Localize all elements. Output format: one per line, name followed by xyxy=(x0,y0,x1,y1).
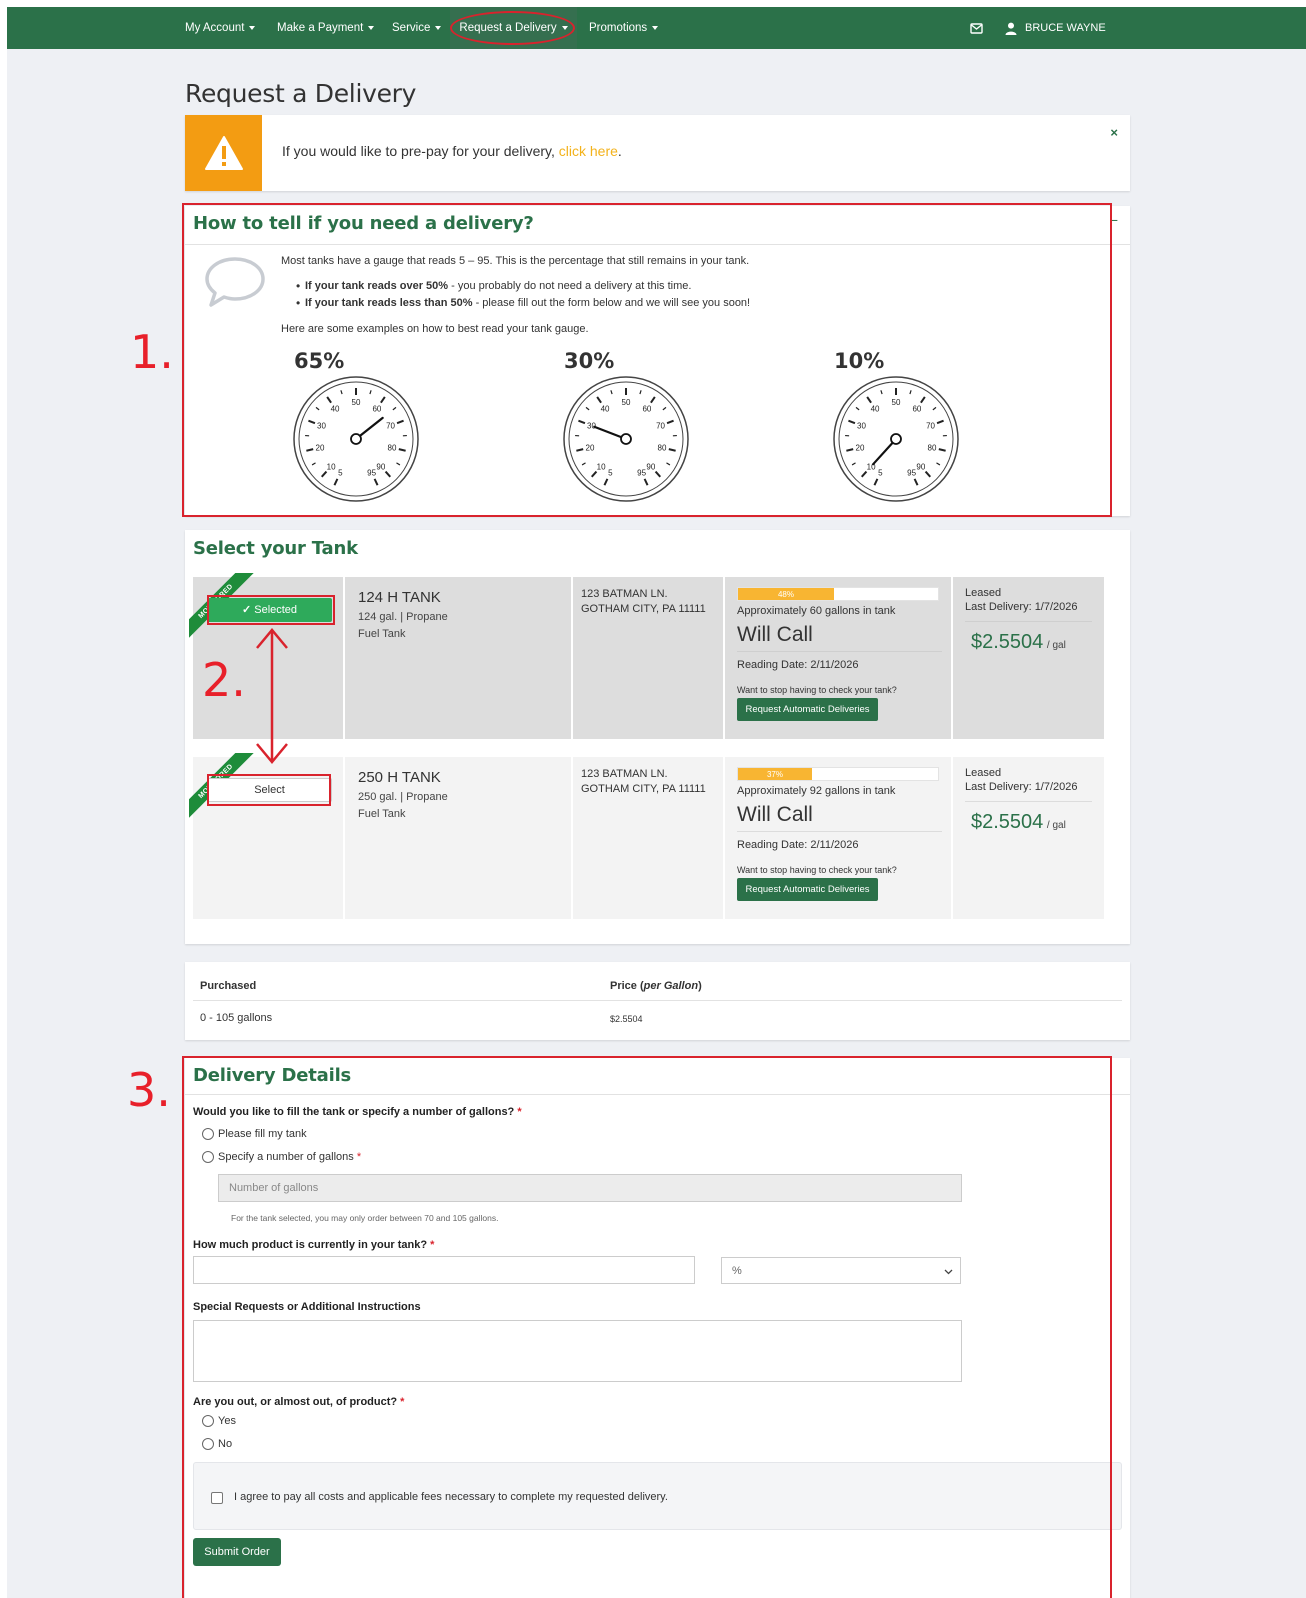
mail-button[interactable] xyxy=(970,7,983,49)
column-header: Price (per Gallon) xyxy=(610,980,702,992)
divider xyxy=(965,801,1092,802)
divider xyxy=(193,1000,1122,1001)
tank-fuel: Propane xyxy=(406,611,448,623)
tank-capacity-line: 124 gal. | Propane xyxy=(358,611,448,623)
caret-down-icon xyxy=(368,25,375,30)
tank-info-cell: 124 H TANK 124 gal. | Propane Fuel Tank xyxy=(345,577,571,739)
tank-pricing-cell: Leased Last Delivery: 1/7/2026 $2.5504 /… xyxy=(953,577,1104,739)
delivery-status: Will Call xyxy=(737,623,813,646)
delivery-status: Will Call xyxy=(737,803,813,826)
prepay-alert: If you would like to pre-pay for your de… xyxy=(185,115,1130,191)
select-tank-title: Select your Tank xyxy=(193,538,358,559)
annotation-number: 1. xyxy=(130,325,174,379)
nav-label: My Account xyxy=(185,22,245,34)
tank-level-bar: 48% xyxy=(737,587,939,601)
top-navbar: My Account Make a Payment Service Reques… xyxy=(7,7,1306,49)
tank-capacity: 124 gal. xyxy=(358,611,398,623)
tank-level-bar: 37% xyxy=(737,767,939,781)
tank-row[interactable]: MONITORED Select 250 H TANK 250 gal. | P… xyxy=(189,753,1122,919)
tank-type: Fuel Tank xyxy=(358,628,406,640)
divider xyxy=(965,621,1092,622)
nav-label: Make a Payment xyxy=(277,22,364,34)
price-unit: / gal xyxy=(1046,640,1066,651)
table-cell: $2.5504 xyxy=(610,1014,643,1024)
annotation-number: 3. xyxy=(127,1063,171,1117)
page: My Account Make a Payment Service Reques… xyxy=(7,7,1306,1598)
tank-level-cell: 37% Approximately 92 gallons in tank Wil… xyxy=(725,757,951,919)
user-icon xyxy=(1005,22,1017,35)
table-cell: 0 - 105 gallons xyxy=(200,1012,273,1024)
price-unit: / gal xyxy=(1046,820,1066,831)
alert-suffix: . xyxy=(617,143,622,159)
auto-prompt: Want to stop having to check your tank? xyxy=(737,865,897,875)
tank-price: $2.5504 / gal xyxy=(971,631,1066,654)
last-delivery: Last Delivery: 1/7/2026 xyxy=(965,601,1078,613)
address-line: GOTHAM CITY, PA 11111 xyxy=(581,603,706,615)
gallons-in-tank: Approximately 92 gallons in tank xyxy=(737,785,896,797)
reading-date: Reading Date: 2/11/2026 xyxy=(737,659,859,671)
alert-text: If you would like to pre-pay for your de… xyxy=(282,143,622,159)
tank-name: 250 H TANK xyxy=(358,769,441,786)
tank-info-cell: 250 H TANK 250 gal. | Propane Fuel Tank xyxy=(345,757,571,919)
price-value: $2.5504 xyxy=(971,631,1044,653)
alert-message: If you would like to pre-pay for your de… xyxy=(282,143,555,159)
tank-address-cell: 123 BATMAN LN. GOTHAM CITY, PA 11111 xyxy=(573,757,723,919)
caret-down-icon xyxy=(652,25,659,30)
ownership: Leased xyxy=(965,587,1002,599)
tank-price: $2.5504 / gal xyxy=(971,811,1066,834)
auto-prompt: Want to stop having to check your tank? xyxy=(737,685,897,695)
nav-my-account[interactable]: My Account xyxy=(185,7,256,49)
address-line: 123 BATMAN LN. xyxy=(581,588,668,600)
close-icon[interactable]: × xyxy=(1110,125,1118,140)
double-arrow-icon xyxy=(256,628,288,764)
annotation-box xyxy=(182,203,1112,517)
tank-level-fill: 37% xyxy=(738,768,812,780)
annotation-number: 2. xyxy=(202,653,246,707)
caret-down-icon xyxy=(249,25,256,30)
column-header: Purchased xyxy=(200,980,257,992)
user-menu[interactable]: BRUCE WAYNE xyxy=(1005,7,1109,49)
warning-icon xyxy=(205,136,243,170)
request-auto-delivery-button[interactable]: Request Automatic Deliveries xyxy=(737,698,878,721)
nav-service[interactable]: Service xyxy=(392,7,442,49)
tank-level-fill: 48% xyxy=(738,588,834,600)
gallons-in-tank: Approximately 60 gallons in tank xyxy=(737,605,896,617)
tank-pricing-cell: Leased Last Delivery: 1/7/2026 $2.5504 /… xyxy=(953,757,1104,919)
tank-level-cell: 48% Approximately 60 gallons in tank Wil… xyxy=(725,577,951,739)
annotation-box xyxy=(182,1056,1112,1598)
reading-date: Reading Date: 2/11/2026 xyxy=(737,839,859,851)
envelope-icon xyxy=(970,22,983,34)
annotation-box xyxy=(207,595,335,625)
tank-name: 124 H TANK xyxy=(358,589,441,606)
annotation-box xyxy=(207,774,331,806)
divider xyxy=(737,651,942,652)
price-value: $2.5504 xyxy=(971,811,1044,833)
alert-icon-box xyxy=(185,115,262,191)
nav-make-payment[interactable]: Make a Payment xyxy=(277,7,375,49)
annotation-circle xyxy=(450,11,575,45)
request-auto-delivery-button[interactable]: Request Automatic Deliveries xyxy=(737,878,878,901)
tank-fuel: Propane xyxy=(406,791,448,803)
caret-down-icon xyxy=(435,25,442,30)
nav-label: Service xyxy=(392,22,431,34)
divider xyxy=(737,831,942,832)
address-line: GOTHAM CITY, PA 11111 xyxy=(581,783,706,795)
tank-type: Fuel Tank xyxy=(358,808,406,820)
tank-capacity-line: 250 gal. | Propane xyxy=(358,791,448,803)
nav-label: Promotions xyxy=(589,22,648,34)
header-text: Price xyxy=(610,980,637,992)
tank-capacity: 250 gal. xyxy=(358,791,398,803)
pricing-card: Purchased Price (per Gallon) 0 - 105 gal… xyxy=(185,962,1130,1040)
last-delivery: Last Delivery: 1/7/2026 xyxy=(965,781,1078,793)
prepay-link[interactable]: click here xyxy=(559,143,618,159)
address-line: 123 BATMAN LN. xyxy=(581,768,668,780)
page-title: Request a Delivery xyxy=(185,79,417,108)
header-em: per Gallon xyxy=(643,980,699,992)
tank-address-cell: 123 BATMAN LN. GOTHAM CITY, PA 11111 xyxy=(573,577,723,739)
nav-promotions[interactable]: Promotions xyxy=(589,7,659,49)
ownership: Leased xyxy=(965,767,1002,779)
user-name: BRUCE WAYNE xyxy=(1025,22,1106,34)
